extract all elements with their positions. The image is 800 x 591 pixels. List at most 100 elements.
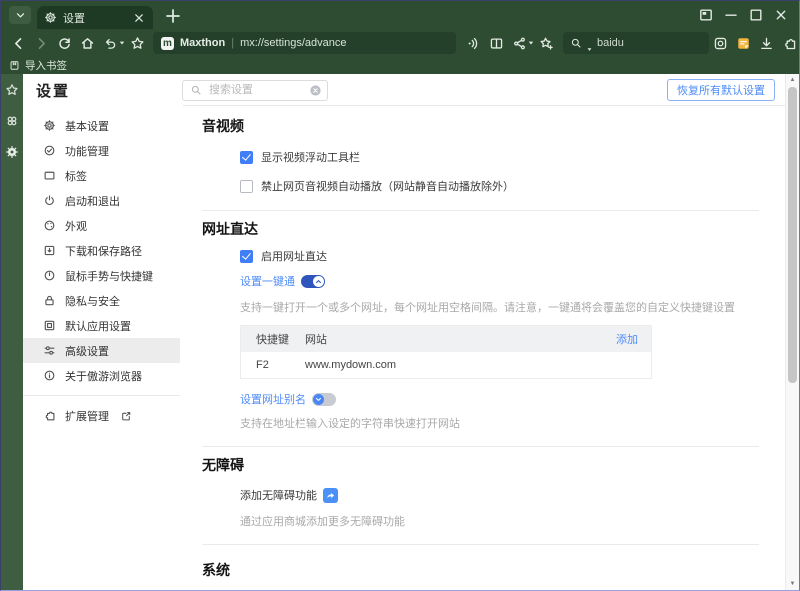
checkbox[interactable] [240, 179, 253, 193]
address-bar[interactable]: m Maxthon | mx://settings/advance [153, 32, 456, 54]
import-bookmarks-button[interactable]: 导入书签 [25, 58, 67, 73]
scroll-up-arrow[interactable]: ▲ [786, 77, 799, 83]
side-rail [1, 74, 23, 590]
checkbox[interactable] [240, 150, 253, 164]
sidebar-item-advanced[interactable]: 高级设置 [23, 338, 180, 363]
collect-button[interactable] [535, 32, 558, 54]
sidebar-item-basic-settings[interactable]: 基本设置 [23, 113, 180, 138]
quick-search-box[interactable]: baidu [563, 32, 709, 54]
sidebar-item-label: 标签 [65, 170, 87, 183]
split-screen-icon[interactable] [698, 7, 714, 23]
checkbox-row-video-toolbar[interactable]: 显示视频浮动工具栏 [240, 149, 759, 165]
screenshot-button[interactable] [709, 32, 732, 54]
sidebar-divider [23, 395, 180, 396]
sidebar-item-label: 扩展管理 [65, 410, 109, 423]
back-button[interactable] [7, 32, 30, 54]
active-tab[interactable]: 设置 [37, 6, 153, 29]
tabpage-icon [43, 169, 56, 182]
restore-defaults-button[interactable]: 恢复所有默认设置 [667, 79, 775, 101]
sidebar-item-tabs[interactable]: 标签 [23, 163, 180, 188]
url-alias-settings-link[interactable]: 设置网址别名 [240, 391, 759, 407]
url-text: mx://settings/advance [240, 37, 347, 49]
open-app-store-icon[interactable] [323, 487, 338, 503]
favorite-button[interactable] [126, 32, 149, 54]
rail-favorites-icon[interactable] [5, 83, 19, 97]
maximize-icon[interactable] [748, 7, 764, 23]
reload-button[interactable] [53, 32, 76, 54]
notes-icon [736, 36, 751, 51]
home-icon [80, 36, 95, 51]
share-dropdown[interactable] [527, 32, 535, 54]
import-bookmarks-icon [9, 60, 20, 71]
tab-close-icon[interactable] [132, 11, 146, 25]
checkbox-label: 启用网址直达 [261, 251, 327, 263]
checkbox[interactable] [240, 249, 253, 263]
checkbox-row-autoplay-block[interactable]: 禁止网页音视频自动播放（网站静音自动播放除外） [240, 178, 759, 194]
sidebar-item-appearance[interactable]: 外观 [23, 213, 180, 238]
sidebar-item-feature-manage[interactable]: 功能管理 [23, 138, 180, 163]
home-button[interactable] [76, 32, 99, 54]
downloads-button[interactable] [755, 32, 778, 54]
read-aloud-icon [466, 36, 481, 51]
palette-icon [43, 219, 56, 232]
gear-icon [43, 119, 56, 132]
scrollbar-thumb[interactable] [788, 87, 797, 383]
settings-search-box[interactable] [182, 79, 329, 101]
settings-sidebar-list: 基本设置功能管理标签启动和退出 外观 下载和保存路径 鼠标手势与快捷键 隐私与安全 默认应… [23, 113, 180, 388]
one-key-collapse-toggle[interactable] [301, 274, 325, 288]
extensions-button[interactable] [778, 32, 799, 54]
undo-icon [103, 36, 118, 51]
settings-content: 音视频 显示视频浮动工具栏 禁止网页音视频自动播放（网站静音自动播放除外） 网址… [180, 106, 785, 590]
sidebar-item-download-path[interactable]: 下载和保存路径 [23, 238, 180, 263]
sidebar-item-label: 基本设置 [65, 120, 109, 133]
screenshot-icon [713, 36, 728, 51]
sidebar-item-extensions[interactable]: 扩展管理 [23, 403, 180, 428]
folderdl-icon [43, 244, 56, 257]
column-header-hotkey: 快捷键 [256, 334, 289, 346]
sidebar-item-about[interactable]: 关于傲游浏览器 [23, 363, 180, 388]
search-icon [190, 84, 202, 96]
sidebar-item-privacy-security[interactable]: 隐私与安全 [23, 288, 180, 313]
checkbox-row-tray-icon[interactable]: 总是显示系统托盘图标 [240, 589, 759, 590]
extensions-icon [782, 36, 797, 51]
settings-search-input[interactable] [207, 83, 305, 97]
notes-button[interactable] [732, 32, 755, 54]
add-accessibility-row[interactable]: 添加无障碍功能 [240, 487, 759, 503]
sidebar-item-default-apps[interactable]: 默认应用设置 [23, 313, 180, 338]
one-key-settings-link[interactable]: 设置一键通 [240, 273, 759, 289]
minimize-icon[interactable] [723, 7, 739, 23]
scroll-down-arrow[interactable]: ▼ [786, 581, 799, 587]
reading-mode-icon [489, 36, 504, 51]
window-close-icon[interactable] [773, 7, 789, 23]
reload-icon [57, 36, 72, 51]
section-divider [202, 446, 759, 447]
new-tab-button[interactable] [163, 6, 183, 26]
tab-list-button[interactable] [9, 6, 31, 24]
undo-dropdown[interactable] [118, 32, 126, 54]
checkbox-row-enable-url-direct[interactable]: 启用网址直达 [240, 248, 759, 264]
url-alias-expand-toggle[interactable] [312, 392, 336, 406]
lock-icon [43, 294, 56, 307]
section-title-av: 音视频 [202, 118, 244, 134]
rail-apps-icon[interactable] [5, 114, 19, 128]
nav-right-cluster: baidu [462, 32, 799, 54]
rail-settings-icon[interactable] [5, 145, 19, 159]
reading-mode-button[interactable] [485, 32, 508, 54]
read-aloud-button[interactable] [462, 32, 485, 54]
column-header-site: 网站 [305, 334, 327, 346]
sidebar-item-mouse-gesture[interactable]: 鼠标手势与快捷键 [23, 263, 180, 288]
content-scrollbar[interactable]: ▲ ▼ [785, 74, 799, 590]
gear-favicon [44, 11, 57, 24]
tab-list-chevron-icon [15, 10, 26, 21]
caret-down-icon [527, 39, 535, 47]
power-icon [43, 194, 56, 207]
sidebar-item-startup-exit[interactable]: 启动和退出 [23, 188, 180, 213]
forward-button[interactable] [30, 32, 53, 54]
add-hotkey-link[interactable]: 添加 [616, 331, 651, 347]
appframe-icon [43, 319, 56, 332]
clock-icon [43, 269, 56, 282]
tab-title: 设置 [63, 12, 85, 25]
link-label: 设置一键通 [240, 276, 295, 288]
clear-search-icon[interactable] [309, 84, 322, 97]
address-separator: | [231, 37, 235, 49]
